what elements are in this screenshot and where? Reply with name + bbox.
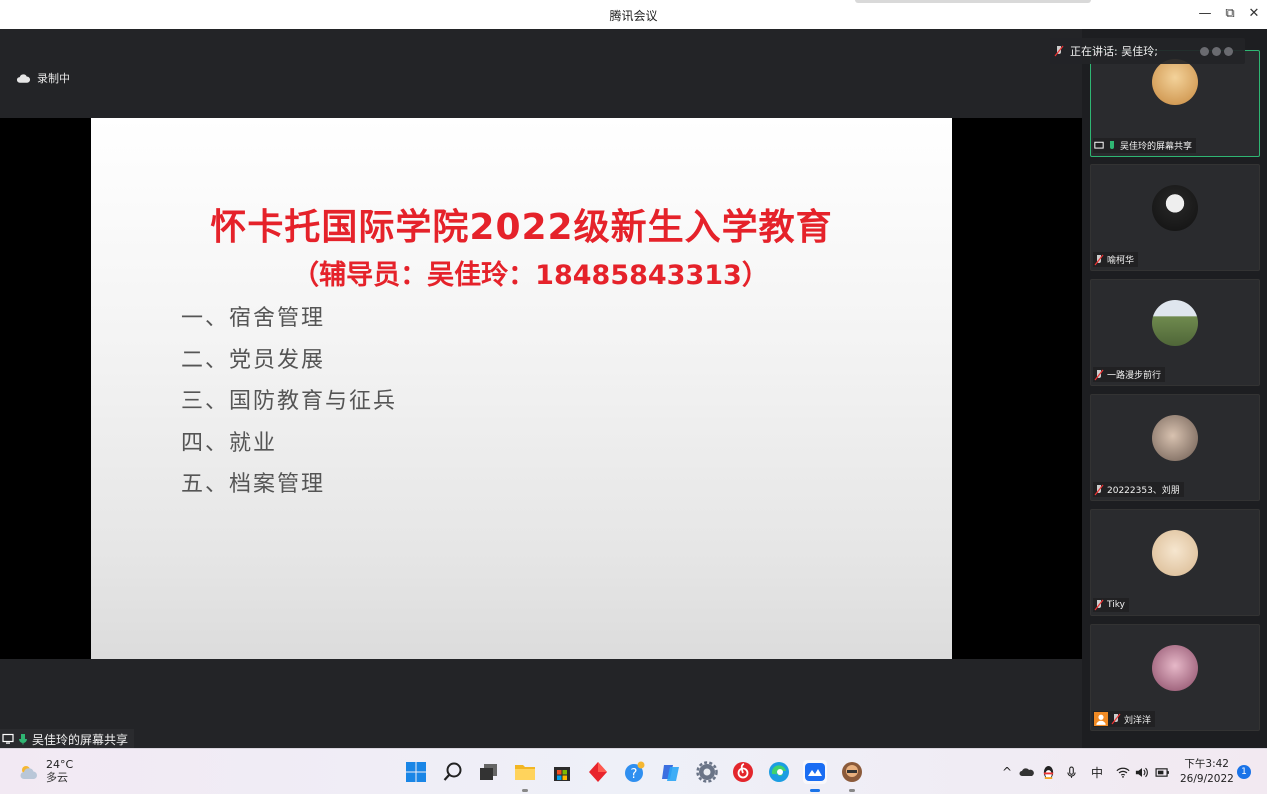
penguin-icon[interactable]: [1040, 764, 1056, 780]
slide-list-item: 四、就业: [181, 430, 278, 456]
user-avatar-icon: [1094, 712, 1108, 726]
weather-temp: 24°C: [46, 758, 74, 771]
wifi-icon[interactable]: [1115, 764, 1131, 780]
participant-name-tag: Tiky: [1093, 598, 1129, 612]
speaking-label: 正在讲话: 吴佳玲;: [1070, 45, 1158, 58]
presentation-slide: 怀卡托国际学院2022级新生入学教育 （辅导员：吴佳玲：18485843313）…: [91, 118, 952, 659]
recording-indicator[interactable]: 录制中: [16, 70, 70, 86]
title-bar: 腾讯会议 — ⧉ ✕: [0, 0, 1267, 29]
more-options-icon[interactable]: [1199, 46, 1233, 56]
slide-title: 怀卡托国际学院2022级新生入学教育: [210, 207, 833, 248]
slide-list-item: 二、党员发展: [181, 347, 326, 373]
clock-date: 26/9/2022: [1180, 773, 1234, 785]
copilot-icon[interactable]: [659, 760, 683, 784]
search-icon[interactable]: [441, 760, 465, 784]
help-icon[interactable]: ?: [622, 760, 646, 784]
participant-tile[interactable]: 20222353、刘朋: [1090, 394, 1260, 501]
chevron-up-icon[interactable]: ^: [999, 764, 1015, 780]
edge-icon[interactable]: [767, 760, 791, 784]
screen-share-icon: [2, 733, 14, 744]
participant-name: 喻柯华: [1107, 256, 1135, 266]
battery-icon[interactable]: [1154, 764, 1170, 780]
notification-badge[interactable]: 1: [1237, 765, 1251, 779]
participant-avatar: [1152, 300, 1198, 346]
task-view-icon[interactable]: [477, 760, 501, 784]
window-title: 腾讯会议: [609, 9, 658, 23]
participant-name: 刘洋洋: [1124, 715, 1152, 726]
share-label-text: 吴佳玲的屏幕共享: [32, 732, 129, 747]
windows-taskbar: 24°C 多云 ? ^ 中 下午3:42 26/9/2022 1: [0, 748, 1267, 794]
participant-tile[interactable]: 吴佳玲的屏幕共享: [1090, 50, 1260, 157]
clock-time: 下午3:42: [1184, 758, 1229, 770]
start-icon[interactable]: [404, 760, 428, 784]
participant-tile[interactable]: 喻柯华: [1090, 164, 1260, 271]
recording-label: 录制中: [37, 72, 70, 85]
mic-muted-icon: [1111, 713, 1121, 725]
screen-share-view: 怀卡托国际学院2022级新生入学教育 （辅导员：吴佳玲：18485843313）…: [0, 118, 1082, 659]
screen-share-icon: [1094, 141, 1104, 149]
system-clock[interactable]: 下午3:42 26/9/2022: [1180, 757, 1234, 787]
participant-name: 20222353、刘朋: [1107, 486, 1180, 496]
participant-name: 吴佳玲的屏幕共享: [1120, 142, 1193, 152]
slide-subtitle: （辅导员：吴佳玲：18485843313）: [292, 260, 769, 291]
mic-active-icon: [1110, 140, 1114, 149]
participant-name-tag: 20222353、刘朋: [1093, 482, 1184, 497]
close-button[interactable]: ✕: [1244, 5, 1264, 23]
settings-icon[interactable]: [695, 760, 719, 784]
avatar-app-icon[interactable]: [840, 760, 864, 792]
slide-list-item: 一、宿舍管理: [181, 306, 326, 331]
minimize-button[interactable]: —: [1195, 5, 1215, 23]
restore-button[interactable]: ⧉: [1220, 5, 1240, 23]
mic-muted-icon: [1094, 254, 1104, 265]
slide-list: 一、宿舍管理 二、党员发展 三、国防教育与征兵 四、就业 五、档案管理: [181, 304, 397, 512]
participant-name-tag: 喻柯华: [1093, 252, 1139, 267]
netease-music-icon[interactable]: [731, 760, 755, 784]
screen-share-label: 吴佳玲的屏幕共享: [0, 729, 135, 749]
ime-indicator[interactable]: 中: [1089, 764, 1105, 780]
participant-tile[interactable]: Tiky: [1090, 509, 1260, 616]
file-explorer-icon[interactable]: [513, 760, 537, 792]
participant-name-tag: 吴佳玲的屏幕共享: [1093, 138, 1197, 153]
popup-edge: [855, 0, 1091, 3]
participant-sidebar: 吴佳玲的屏幕共享 喻柯华 一路漫步前行 20222353、刘朋 Tiky 刘洋洋: [1082, 29, 1267, 748]
mic-muted-icon: [1094, 484, 1104, 495]
slide-list-item: 五、档案管理: [181, 472, 326, 497]
participant-avatar: [1152, 645, 1198, 691]
participant-avatar: [1152, 415, 1198, 461]
red-app-icon[interactable]: [586, 760, 610, 784]
weather-widget[interactable]: 24°C 多云: [18, 758, 73, 785]
cloud-icon: [16, 73, 31, 83]
volume-icon[interactable]: [1134, 764, 1150, 780]
tencent-meeting-icon[interactable]: [803, 760, 827, 792]
meeting-stage: 录制中 怀卡托国际学院2022级新生入学教育 （辅导员：吴佳玲：18485843…: [0, 29, 1082, 749]
participant-name: Tiky: [1107, 600, 1125, 610]
participant-name-tag: 一路漫步前行: [1093, 367, 1166, 382]
speaking-indicator: 正在讲话: 吴佳玲;: [1050, 38, 1245, 64]
mic-muted-icon: [1054, 45, 1064, 57]
slide-list-item: 三、国防教育与征兵: [181, 389, 398, 414]
participant-tile[interactable]: 一路漫步前行: [1090, 279, 1260, 386]
mic-muted-icon: [1094, 599, 1104, 611]
participant-name-tag: 刘洋洋: [1093, 711, 1156, 727]
microphone-icon[interactable]: [1063, 764, 1079, 780]
cloud-sun-icon: [20, 765, 37, 779]
weather-desc: 多云: [46, 771, 68, 784]
participant-avatar: [1152, 59, 1198, 105]
mic-muted-icon: [1094, 369, 1104, 380]
onedrive-icon[interactable]: [1019, 764, 1035, 780]
mic-active-icon: [19, 734, 27, 745]
store-icon[interactable]: [550, 760, 574, 784]
participant-name: 一路漫步前行: [1107, 371, 1162, 381]
participant-avatar: [1152, 185, 1198, 231]
svg-text:?: ?: [631, 767, 638, 782]
participant-tile[interactable]: 刘洋洋: [1090, 624, 1260, 731]
participant-avatar: [1152, 530, 1198, 576]
